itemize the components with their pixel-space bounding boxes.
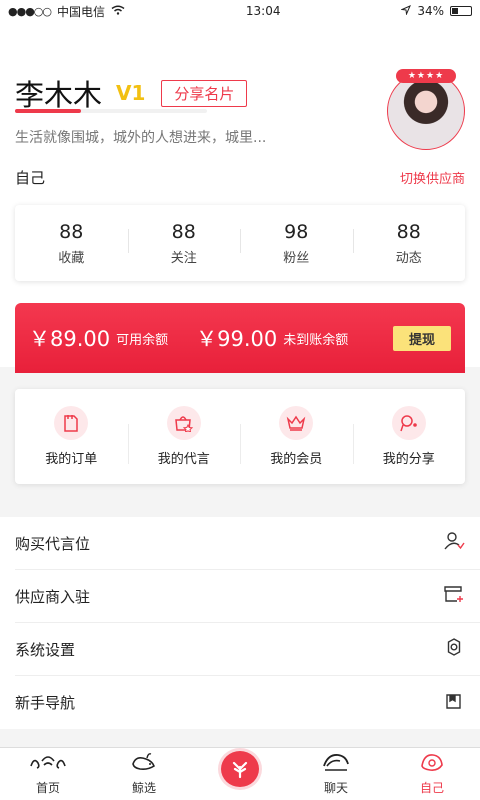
settings-menu: 购买代言位 供应商入驻 系统设置 新手导航 (0, 517, 480, 729)
stat-value: 88 (59, 220, 84, 243)
battery-percent: 34% (417, 4, 444, 18)
my-orders-button[interactable]: 我的订单 (15, 406, 128, 467)
tab-center[interactable] (192, 748, 288, 800)
avatar-star-badge: ★★★★ (396, 69, 456, 83)
profile-header: 李木木 V1 分享名片 生活就像围城，城外的人想进来，城里... ★★★★ 自己… (0, 22, 480, 373)
menu-item-system-settings[interactable]: 系统设置 (15, 623, 480, 676)
withdraw-button[interactable]: 提现 (392, 325, 451, 351)
quick-label: 我的分享 (382, 452, 435, 467)
stat-value: 88 (171, 220, 196, 243)
user-name: 李木木 (15, 78, 103, 112)
pending-balance-label: 未到账余额 (283, 332, 349, 348)
menu-label: 供应商入驻 (15, 587, 91, 606)
menu-item-buy-endorse[interactable]: 购买代言位 (15, 517, 480, 570)
switch-supplier-link[interactable]: 切换供应商 (400, 168, 465, 187)
my-membership-button[interactable]: 我的会员 (240, 406, 353, 467)
stat-label: 收藏 (58, 250, 85, 266)
user-add-icon (443, 531, 465, 555)
status-time: 13:04 (245, 4, 281, 18)
avatar[interactable]: ★★★★ (387, 69, 465, 150)
location-icon (400, 4, 412, 18)
my-endorse-button[interactable]: 我的代言 (127, 406, 241, 467)
endorse-icon (166, 406, 201, 440)
level-progress-fill (15, 109, 81, 113)
tab-label: 鲸选 (131, 781, 156, 795)
quick-label: 我的订单 (45, 452, 98, 467)
menu-item-supplier-join[interactable]: 供应商入驻 (15, 570, 480, 623)
my-share-button[interactable]: 我的分享 (352, 406, 466, 467)
available-balance-label: 可用余额 (116, 332, 169, 348)
user-bio: 生活就像围城，城外的人想进来，城里... (15, 130, 267, 146)
crown-icon (279, 406, 314, 440)
menu-item-beginner-guide[interactable]: 新手导航 (15, 676, 480, 729)
book-icon (443, 691, 465, 715)
tab-label: 自己 (419, 781, 444, 795)
avatar-image (387, 72, 465, 150)
tab-whale-select[interactable]: 鲸选 (96, 748, 192, 800)
available-balance: ￥89.00 (29, 327, 111, 351)
share-icon (391, 406, 426, 440)
share-card-button[interactable]: 分享名片 (161, 79, 248, 107)
stat-following[interactable]: 88 关注 (127, 220, 241, 266)
stat-fans[interactable]: 98 粉丝 (240, 221, 353, 266)
store-icon (443, 584, 465, 608)
gear-icon (443, 637, 465, 661)
quick-actions: 我的订单 我的代言 我的会员 我的分享 (15, 389, 465, 484)
battery-fill (452, 8, 458, 14)
quick-label: 我的代言 (157, 452, 210, 467)
stat-label: 粉丝 (283, 250, 310, 266)
stat-value: 98 (284, 220, 309, 243)
stat-posts[interactable]: 88 动态 (352, 220, 466, 266)
whale-icon (130, 751, 158, 777)
tab-bar: 首页 鲸选 聊天 自己 (0, 747, 480, 800)
tab-label: 聊天 (323, 781, 348, 795)
battery-icon (450, 6, 472, 16)
level-progress (15, 109, 207, 113)
home-icon (28, 751, 68, 777)
stats-card: 88 收藏 88 关注 98 粉丝 88 动态 (15, 205, 465, 281)
stat-label: 关注 (170, 250, 197, 266)
self-label: 自己 (15, 169, 46, 187)
quick-label: 我的会员 (270, 452, 323, 467)
menu-label: 系统设置 (15, 640, 76, 659)
order-icon (54, 406, 89, 440)
center-logo-icon (218, 748, 262, 790)
wifi-icon (111, 4, 125, 18)
stat-label: 动态 (395, 250, 422, 266)
self-icon (418, 751, 446, 777)
stat-value: 88 (396, 220, 421, 243)
menu-label: 购买代言位 (15, 534, 91, 553)
vip-level-badge: V1 (116, 81, 146, 105)
balance-card: ￥89.00 可用余额 ￥99.00 未到账余额 提现 (15, 303, 465, 373)
pending-balance: ￥99.00 (196, 327, 278, 351)
signal-icon: ●●●○○ (8, 4, 52, 18)
carrier: 中国电信 (57, 4, 106, 19)
chat-icon (322, 751, 350, 777)
menu-label: 新手导航 (15, 694, 76, 712)
status-bar: ●●●○○ 中国电信 13:04 34% (0, 0, 480, 22)
tab-chat[interactable]: 聊天 (288, 748, 384, 800)
stat-favorites[interactable]: 88 收藏 (15, 221, 128, 266)
tab-home[interactable]: 首页 (0, 748, 96, 800)
tab-label: 首页 (35, 781, 60, 795)
tab-self[interactable]: 自己 (384, 748, 480, 800)
